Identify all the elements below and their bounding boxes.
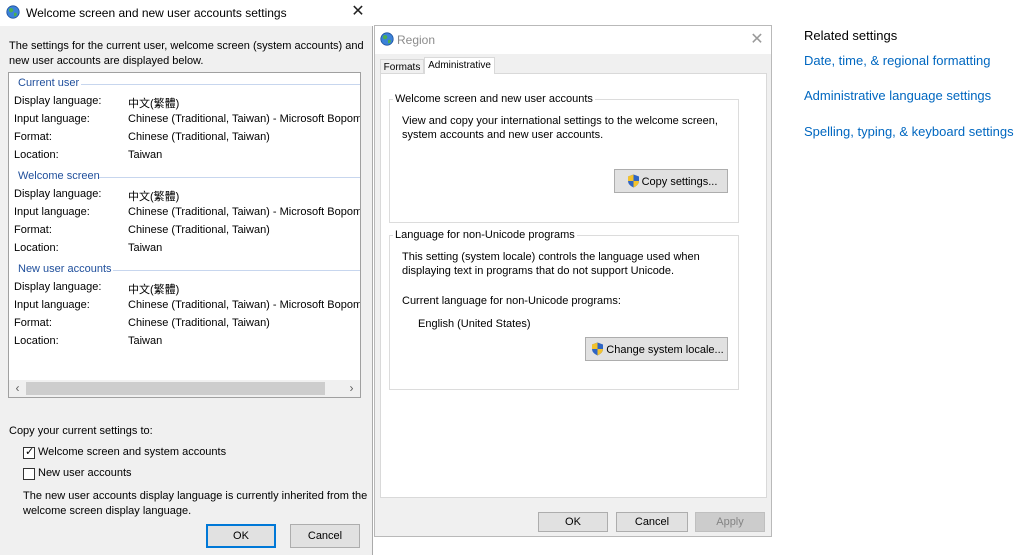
section-header-current-user: Current user <box>18 77 80 89</box>
globe-icon <box>6 5 20 19</box>
row-value: Chinese (Traditional, Taiwan) - Microsof… <box>128 299 361 311</box>
globe-icon <box>380 32 394 46</box>
region-cancel-button[interactable]: Cancel <box>616 512 688 532</box>
row-value: 中文(繁體) <box>128 191 180 203</box>
copy-settings-button[interactable]: Copy settings... <box>614 169 728 193</box>
row-label: Location: <box>14 242 59 254</box>
cancel-button[interactable]: Cancel <box>290 524 360 548</box>
welcome-screen-description: View and copy your international setting… <box>402 115 718 141</box>
row-label: Format: <box>14 131 52 143</box>
section-header-new-user-accounts: New user accounts <box>18 263 112 275</box>
row-value: Taiwan <box>128 242 163 254</box>
new-user-accounts-checkbox-label[interactable]: New user accounts <box>38 467 132 479</box>
intro-text: The settings for the current user, welco… <box>9 40 364 67</box>
welcome-settings-dialog: Welcome screen and new user accounts set… <box>0 0 373 555</box>
change-system-locale-button[interactable]: Change system locale... <box>585 337 728 361</box>
uac-shield-icon <box>627 174 639 188</box>
new-user-accounts-checkbox[interactable] <box>23 468 35 480</box>
close-icon[interactable]: ✕ <box>747 30 767 50</box>
row-label: Display language: <box>14 281 102 293</box>
section-header-welcome-screen: Welcome screen <box>18 170 100 182</box>
link-administrative-language-settings[interactable]: Administrative language settings <box>804 88 991 103</box>
row-value: Chinese (Traditional, Taiwan) <box>128 131 270 143</box>
welcome-screen-group-title: Welcome screen and new user accounts <box>393 93 595 105</box>
row-value: Chinese (Traditional, Taiwan) - Microsof… <box>128 113 361 125</box>
link-spelling-typing-keyboard-settings[interactable]: Spelling, typing, & keyboard settings <box>804 124 1014 139</box>
current-locale-value: English (United States) <box>418 318 531 330</box>
row-label: Location: <box>14 335 59 347</box>
related-settings-heading: Related settings <box>804 28 898 43</box>
row-label: Input language: <box>14 299 90 311</box>
row-value: Taiwan <box>128 149 163 161</box>
region-apply-button[interactable]: Apply <box>695 512 765 532</box>
section-divider <box>81 84 360 85</box>
row-label: Display language: <box>14 188 102 200</box>
horizontal-scrollbar[interactable]: ‹ › <box>9 380 360 397</box>
current-locale-label: Current language for non-Unicode program… <box>402 295 621 307</box>
row-label: Format: <box>14 224 52 236</box>
section-divider <box>113 270 360 271</box>
row-value: Chinese (Traditional, Taiwan) - Microsof… <box>128 206 361 218</box>
tab-administrative[interactable]: Administrative <box>424 57 495 74</box>
tab-formats[interactable]: Formats <box>380 59 424 74</box>
row-label: Display language: <box>14 95 102 107</box>
scroll-left-icon[interactable]: ‹ <box>9 380 26 397</box>
close-icon[interactable]: ✕ <box>348 2 368 22</box>
welcome-screen-checkbox[interactable]: ✓ <box>23 446 35 459</box>
scroll-thumb[interactable] <box>26 382 325 395</box>
change-system-locale-label: Change system locale... <box>606 344 724 356</box>
row-value: Chinese (Traditional, Taiwan) <box>128 224 270 236</box>
non-unicode-group-title: Language for non-Unicode programs <box>393 229 577 241</box>
welcome-screen-checkbox-label[interactable]: Welcome screen and system accounts <box>38 446 226 458</box>
row-label: Input language: <box>14 113 90 125</box>
link-date-time-regional-formatting[interactable]: Date, time, & regional formatting <box>804 53 990 68</box>
region-dialog: Region ✕ Formats Administrative Welcome … <box>374 25 772 537</box>
region-ok-button[interactable]: OK <box>538 512 608 532</box>
row-value: 中文(繁體) <box>128 98 180 110</box>
copy-settings-heading: Copy your current settings to: <box>9 425 153 437</box>
copy-settings-label: Copy settings... <box>641 176 718 188</box>
dialog-title: Region <box>397 33 436 47</box>
row-value: Chinese (Traditional, Taiwan) <box>128 317 270 329</box>
dialog-title: Welcome screen and new user accounts set… <box>26 6 287 20</box>
administrative-tab-page: Welcome screen and new user accounts Vie… <box>380 73 767 498</box>
row-label: Location: <box>14 149 59 161</box>
inheritance-note: The new user accounts display language i… <box>23 490 368 517</box>
scroll-right-icon[interactable]: › <box>343 380 360 397</box>
row-label: Input language: <box>14 206 90 218</box>
check-icon: ✓ <box>25 446 35 458</box>
title-bar[interactable]: Region ✕ <box>375 26 771 54</box>
uac-shield-icon <box>592 342 604 356</box>
non-unicode-description: This setting (system locale) controls th… <box>402 251 700 277</box>
row-value: Taiwan <box>128 335 163 347</box>
row-label: Format: <box>14 317 52 329</box>
row-value: 中文(繁體) <box>128 284 180 296</box>
ok-button[interactable]: OK <box>206 524 276 548</box>
title-bar[interactable]: Welcome screen and new user accounts set… <box>0 0 373 26</box>
section-divider <box>99 177 360 178</box>
settings-listbox[interactable]: Current user Display language: 中文(繁體) In… <box>8 72 361 398</box>
